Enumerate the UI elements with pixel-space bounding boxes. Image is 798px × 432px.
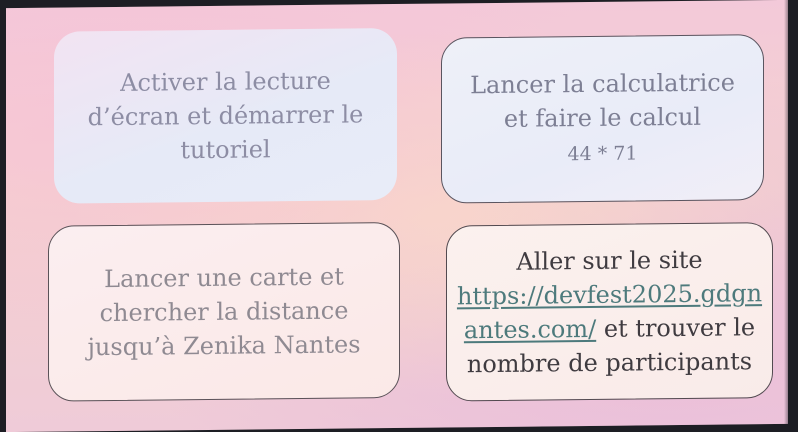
card-text-line: jusqu’à Zenika Nantes [87,330,361,362]
card-text-line: et faire le calcul [503,102,702,133]
card-text-fragment: et trouver le [596,313,756,343]
room-background-edge [784,0,798,432]
task-card-calculator: Lancer la calculatrice et faire le calcu… [441,34,764,204]
task-card-screen-reader: Activer la lecture d’écran et démarrer l… [54,28,397,204]
devfest-url-link-part1[interactable]: https://devfest2025.gdgn [457,279,762,310]
card-text-line: tutoriel [180,135,271,165]
task-card-map-distance: Lancer une carte et chercher la distance… [48,221,400,402]
card-text-line: d’écran et démarrer le [87,100,364,132]
card-text-line: Aller sur le site [516,245,703,276]
card-text-line: Lancer la calculatrice [470,68,735,100]
card-text-line: chercher la distance [99,296,349,328]
calculation-formula: 44 * 71 [567,142,638,166]
task-card-website: Aller sur le site https://devfest2025.gd… [446,222,773,402]
card-text-line: Activer la lecture [120,66,331,97]
card-url-line-2: antes.com/ et trouver le [464,310,755,347]
card-text-line: Lancer une carte et [104,262,344,294]
card-text-line: nombre de participants [466,347,753,379]
projected-slide: Activer la lecture d’écran et démarrer l… [6,0,788,432]
devfest-url-link-part2[interactable]: antes.com/ [464,315,596,344]
card-url-line: https://devfest2025.gdgn [457,276,762,313]
